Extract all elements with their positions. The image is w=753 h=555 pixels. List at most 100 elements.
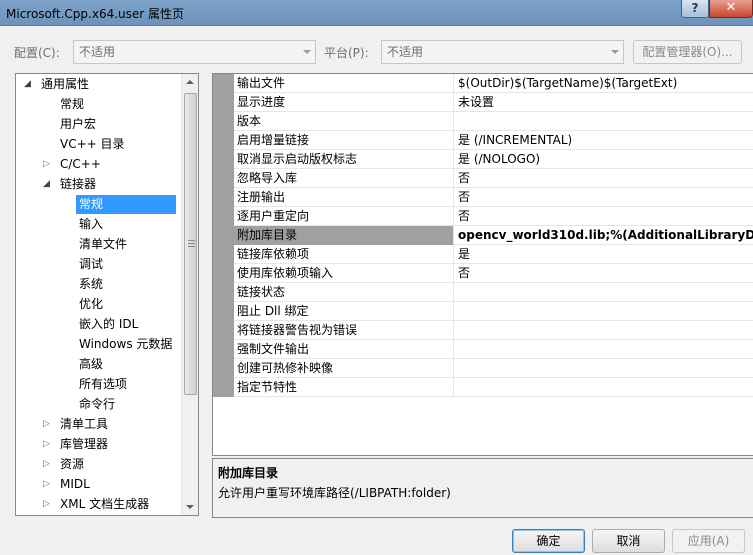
tree-item[interactable]: 嵌入的 IDL [76, 315, 141, 334]
tree-item-label: 库管理器 [60, 437, 109, 451]
config-combo[interactable]: 不适用 [73, 40, 316, 64]
property-row[interactable]: 将链接器警告视为错误 [234, 321, 753, 340]
property-row[interactable]: 强制文件输出 [234, 340, 753, 359]
collapsed-triangle-icon[interactable]: ▷ [43, 495, 50, 514]
property-value[interactable] [455, 283, 753, 302]
property-row[interactable]: 链接库依赖项是 [234, 245, 753, 264]
tree-item[interactable]: 输入 [76, 215, 106, 234]
collapsed-triangle-icon[interactable]: ▷ [43, 475, 50, 494]
property-value[interactable]: 否 [455, 207, 753, 226]
tree-scrollbar[interactable] [181, 74, 198, 515]
property-value[interactable]: 否 [455, 169, 753, 188]
property-name: 启用增量链接 [234, 131, 454, 150]
property-row[interactable]: 逐用户重定向否 [234, 207, 753, 226]
tree-item[interactable]: Windows 元数据 [76, 335, 175, 354]
property-tree[interactable]: ◢ 通用属性 常规 用户宏 VC++ 目录 ▷ C/C++ ◢ 链接器 常规 输入 清单文件 调试 系统优… [15, 73, 199, 516]
window-title: Microsoft.Cpp.x64.user 属性页 [6, 7, 185, 21]
tree-item[interactable]: ▷ 清单工具 [43, 415, 111, 434]
property-row[interactable]: 使用库依赖项输入否 [234, 264, 753, 283]
tree-item[interactable]: 调试 [76, 255, 106, 274]
ok-button[interactable]: 确定 [512, 529, 585, 553]
tree-item[interactable]: ◢ 链接器 [43, 175, 99, 194]
tree-item-label: 通用属性 [41, 77, 90, 91]
property-row[interactable]: 输出文件 $(OutDir)$(TargetName)$(TargetExt) [234, 74, 753, 93]
tree-item[interactable]: ◢ 通用属性 [24, 75, 92, 94]
property-value[interactable]: 是 (/INCREMENTAL) [455, 131, 753, 150]
tree-item[interactable]: VC++ 目录 [57, 135, 128, 154]
property-row[interactable]: 注册输出否 [234, 188, 753, 207]
scroll-up-icon[interactable] [186, 80, 194, 84]
property-row[interactable]: 链接状态 [234, 283, 753, 302]
tree-item[interactable]: 用户宏 [57, 115, 99, 134]
expanded-triangle-icon[interactable]: ◢ [24, 75, 31, 94]
tree-item[interactable]: 系统 [76, 275, 106, 294]
chevron-down-icon [611, 50, 619, 54]
tree-item[interactable]: 常规 [76, 195, 176, 214]
scroll-down-icon[interactable] [186, 505, 194, 509]
property-value[interactable]: 是 (/NOLOGO) [455, 150, 753, 169]
property-value[interactable] [455, 359, 753, 378]
property-value[interactable] [455, 321, 753, 340]
property-name: 阻止 Dll 绑定 [234, 302, 454, 321]
property-row[interactable]: 版本 [234, 112, 753, 131]
cancel-button[interactable]: 取消 [592, 529, 665, 553]
collapsed-triangle-icon[interactable]: ▷ [43, 155, 50, 174]
scrollbar-thumb[interactable] [184, 93, 197, 395]
tree-item-label: XML 文档生成器 [60, 497, 150, 511]
tree-item[interactable]: 高级 [76, 355, 106, 374]
property-row[interactable]: 显示进度 未设置 [234, 93, 753, 112]
property-value[interactable] [455, 302, 753, 321]
tree-item[interactable]: 优化 [76, 295, 106, 314]
tree-item[interactable]: ▷ C/C++ [43, 155, 104, 174]
tree-item[interactable]: ▷ 库管理器 [43, 435, 111, 454]
property-name: 显示进度 [234, 93, 454, 112]
tree-item-label: 调试 [79, 257, 104, 271]
property-row[interactable]: 指定节特性 [234, 378, 753, 397]
platform-combo[interactable]: 不适用 [381, 40, 624, 64]
config-manager-button[interactable]: 配置管理器(O)... [633, 40, 742, 64]
property-row[interactable]: 附加库目录 opencv_world310d.lib;%(AdditionalLi… [234, 226, 753, 245]
tree-item[interactable]: 所有选项 [76, 375, 130, 394]
tree-item-label: 清单工具 [60, 417, 109, 431]
collapsed-triangle-icon[interactable]: ▷ [43, 455, 50, 474]
apply-button[interactable]: 应用(A) [672, 529, 745, 553]
tree-item-label: Windows 元数据 [79, 337, 173, 351]
tree-item[interactable]: ▷ 资源 [43, 455, 87, 474]
property-name: 使用库依赖项输入 [234, 264, 454, 283]
property-value[interactable]: 否 [455, 188, 753, 207]
description-panel: 附加库目录 允许用户重写环境库路径(/LIBPATH:folder) [212, 458, 753, 518]
config-label: 配置(C): [14, 46, 60, 60]
tree-item[interactable]: 常规 [57, 95, 87, 114]
property-value[interactable] [455, 112, 753, 131]
property-value[interactable] [455, 378, 753, 397]
tree-item[interactable]: ▷ MIDL [43, 475, 93, 494]
property-value[interactable]: 否 [455, 264, 753, 283]
tree-item-label: 所有选项 [79, 377, 128, 391]
expanded-triangle-icon[interactable]: ◢ [43, 175, 50, 194]
config-combo-value: 不适用 [79, 45, 116, 59]
property-row[interactable]: 创建可热修补映像 [234, 359, 753, 378]
collapsed-triangle-icon[interactable]: ▷ [43, 435, 50, 454]
property-row[interactable]: 阻止 Dll 绑定 [234, 302, 753, 321]
property-grid[interactable]: 输出文件 $(OutDir)$(TargetName)$(TargetExt) 显示… [212, 73, 753, 456]
collapsed-triangle-icon[interactable]: ▷ [43, 415, 50, 434]
property-row[interactable]: 取消显示启动版权标志是 (/NOLOGO) [234, 150, 753, 169]
tree-item-label: MIDL [60, 477, 90, 491]
property-row[interactable]: 启用增量链接是 (/INCREMENTAL) [234, 131, 753, 150]
property-value[interactable] [455, 340, 753, 359]
tree-item-label: 高级 [79, 357, 104, 371]
property-row[interactable]: 忽略导入库否 [234, 169, 753, 188]
property-value[interactable]: 是 [455, 245, 753, 264]
tree-item[interactable]: 命令行 [76, 395, 118, 414]
property-value[interactable]: opencv_world310d.lib;%(AdditionalLibrary… [455, 226, 753, 245]
help-button[interactable]: ? [681, 0, 709, 18]
grid-gutter [213, 74, 234, 397]
description-title: 附加库目录 [218, 466, 279, 480]
tree-item-label: 常规 [79, 197, 104, 211]
property-value[interactable]: $(OutDir)$(TargetName)$(TargetExt) [455, 74, 753, 93]
tree-item[interactable]: 清单文件 [76, 235, 130, 254]
tree-item-label: 用户宏 [60, 117, 97, 131]
close-button[interactable]: ✕ [709, 0, 753, 18]
property-value[interactable]: 未设置 [455, 93, 753, 112]
tree-item[interactable]: ▷ XML 文档生成器 [43, 495, 152, 514]
